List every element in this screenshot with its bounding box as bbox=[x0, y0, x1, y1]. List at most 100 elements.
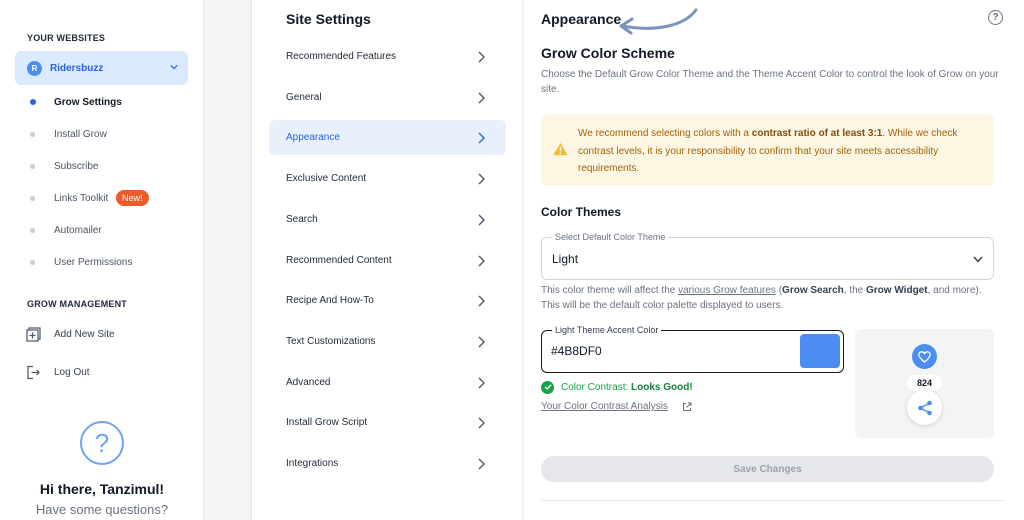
site-settings-menu: Site Settings Recommended Features Genera… bbox=[251, 0, 523, 520]
sidebar-item-label: Automailer bbox=[54, 224, 102, 236]
menu-item-label: Install Grow Script bbox=[286, 417, 368, 429]
dot-icon bbox=[30, 227, 35, 233]
menu-item-label: Appearance bbox=[286, 132, 340, 144]
chevron-right-icon bbox=[478, 417, 485, 429]
add-site-icon bbox=[26, 326, 41, 342]
divider bbox=[541, 500, 1004, 501]
sidebar: YOUR WEBSITES R Ridersbuzz Grow Settings… bbox=[0, 0, 204, 520]
chevron-right-icon bbox=[478, 255, 485, 266]
accent-color-field[interactable]: Light Theme Accent Color #4B8DF0 bbox=[541, 325, 844, 373]
menu-item-search[interactable]: Search bbox=[269, 202, 506, 237]
menu-item-label: Text Customizations bbox=[286, 335, 376, 347]
new-badge: New! bbox=[116, 190, 149, 206]
sidebar-item-label: Subscribe bbox=[54, 160, 99, 172]
menu-item-label: Recommended Content bbox=[286, 254, 392, 266]
contrast-status: Color Contrast: Looks Good! bbox=[541, 380, 693, 394]
menu-item-exclusive-content[interactable]: Exclusive Content bbox=[269, 161, 506, 196]
default-color-theme-select[interactable]: Select Default Color Theme Light bbox=[541, 232, 994, 280]
menu-item-recommended-features[interactable]: Recommended Features bbox=[269, 39, 506, 74]
contrast-warning: We recommend selecting colors with a con… bbox=[541, 114, 994, 186]
dot-icon bbox=[30, 195, 35, 201]
color-themes-heading: Color Themes bbox=[541, 205, 622, 219]
sidebar-item-user-permissions[interactable]: User Permissions bbox=[30, 254, 132, 270]
sidebar-item-automailer[interactable]: Automailer bbox=[30, 222, 102, 238]
widget-preview: 824 bbox=[855, 329, 994, 438]
questions-text: Have some questions? bbox=[35, 502, 169, 517]
log-out-link[interactable]: Log Out bbox=[26, 363, 90, 381]
accent-color-value: #4B8DF0 bbox=[551, 344, 602, 358]
log-out-label: Log Out bbox=[54, 366, 90, 378]
dot-icon bbox=[30, 163, 35, 169]
menu-item-text-customizations[interactable]: Text Customizations bbox=[269, 324, 506, 359]
menu-item-label: Integrations bbox=[286, 458, 339, 469]
chevron-down-icon bbox=[973, 256, 983, 263]
chevron-right-icon bbox=[478, 336, 485, 348]
menu-item-label: Exclusive Content bbox=[286, 173, 367, 185]
sidebar-item-grow-settings[interactable]: Grow Settings bbox=[30, 94, 122, 110]
active-dot-icon bbox=[30, 99, 36, 105]
sidebar-item-label: User Permissions bbox=[54, 256, 133, 268]
theme-select-legend: Select Default Color Theme bbox=[552, 232, 669, 242]
menu-item-recipe-and-how-to[interactable]: Recipe And How-To bbox=[269, 283, 506, 318]
question-icon: ? bbox=[80, 421, 124, 465]
annotation-arrow-icon bbox=[619, 8, 698, 35]
grow-management-heading: GROW MANAGEMENT bbox=[27, 299, 127, 309]
menu-item-recommended-content[interactable]: Recommended Content bbox=[269, 243, 506, 278]
add-new-site-link[interactable]: Add New Site bbox=[26, 325, 115, 343]
save-changes-button[interactable]: Save Changes bbox=[541, 456, 994, 482]
menu-item-label: Search bbox=[286, 213, 318, 225]
theme-select-value: Light bbox=[552, 252, 579, 266]
share-icon bbox=[907, 390, 942, 425]
share-count: 824 bbox=[907, 375, 942, 391]
chevron-right-icon bbox=[478, 92, 485, 104]
external-link-icon bbox=[683, 402, 692, 411]
greeting-text: Hi there, Tanzimul! bbox=[39, 481, 165, 497]
sidebar-item-label: Grow Settings bbox=[54, 96, 122, 108]
accent-color-legend: Light Theme Accent Color bbox=[552, 325, 662, 335]
sidebar-item-subscribe[interactable]: Subscribe bbox=[30, 158, 98, 174]
chevron-right-icon bbox=[478, 214, 485, 226]
sidebar-item-links-toolkit[interactable]: Links Toolkit bbox=[30, 190, 108, 206]
chevron-right-icon bbox=[478, 458, 485, 470]
menu-item-label: Advanced bbox=[286, 376, 331, 388]
menu-item-advanced[interactable]: Advanced bbox=[269, 365, 506, 400]
sidebar-item-label: Install Grow bbox=[54, 128, 107, 140]
chevron-right-icon bbox=[478, 295, 485, 307]
site-avatar: R bbox=[27, 60, 42, 76]
contrast-analysis-link[interactable]: Your Color Contrast Analysis bbox=[541, 401, 668, 412]
chevron-right-icon bbox=[478, 51, 485, 63]
menu-item-appearance[interactable]: Appearance bbox=[269, 120, 506, 156]
help-icon[interactable]: ? bbox=[988, 10, 1003, 25]
menu-item-label: Recommended Features bbox=[286, 51, 397, 62]
dot-icon bbox=[30, 131, 35, 137]
menu-item-label: General bbox=[286, 91, 322, 103]
add-new-site-label: Add New Site bbox=[54, 328, 115, 340]
warning-icon bbox=[553, 142, 568, 156]
heart-icon bbox=[912, 344, 937, 369]
sidebar-item-install-grow[interactable]: Install Grow bbox=[30, 126, 107, 142]
appearance-panel: Appearance ? Grow Color Scheme Choose th… bbox=[524, 0, 1024, 520]
your-websites-heading: YOUR WEBSITES bbox=[27, 33, 106, 43]
site-name: Ridersbuzz bbox=[50, 62, 104, 74]
page-title: Appearance bbox=[541, 11, 622, 27]
chevron-right-icon bbox=[478, 377, 485, 389]
theme-description: This color theme will affect the various… bbox=[541, 285, 982, 311]
site-settings-title: Site Settings bbox=[286, 11, 371, 27]
check-icon bbox=[541, 380, 554, 394]
menu-item-integrations[interactable]: Integrations bbox=[269, 446, 506, 481]
warning-text: We recommend selecting colors with a con… bbox=[578, 128, 958, 174]
color-scheme-description: Choose the Default Grow Color Theme and … bbox=[541, 69, 999, 95]
dot-icon bbox=[30, 259, 35, 265]
menu-item-general[interactable]: General bbox=[269, 80, 506, 115]
color-scheme-heading: Grow Color Scheme bbox=[541, 45, 675, 61]
menu-item-label: Recipe And How-To bbox=[286, 295, 374, 307]
sidebar-item-label: Links Toolkit bbox=[54, 192, 109, 204]
contrast-label: Color Contrast: Looks Good! bbox=[561, 381, 693, 393]
menu-item-install-grow-script[interactable]: Install Grow Script bbox=[269, 405, 506, 440]
chevron-right-icon bbox=[478, 132, 485, 144]
grow-features-link[interactable]: various Grow features bbox=[678, 285, 776, 296]
color-swatch[interactable] bbox=[800, 334, 840, 368]
chevron-down-icon bbox=[170, 64, 178, 70]
logout-icon bbox=[27, 365, 40, 379]
site-selector[interactable]: R Ridersbuzz bbox=[15, 51, 188, 85]
